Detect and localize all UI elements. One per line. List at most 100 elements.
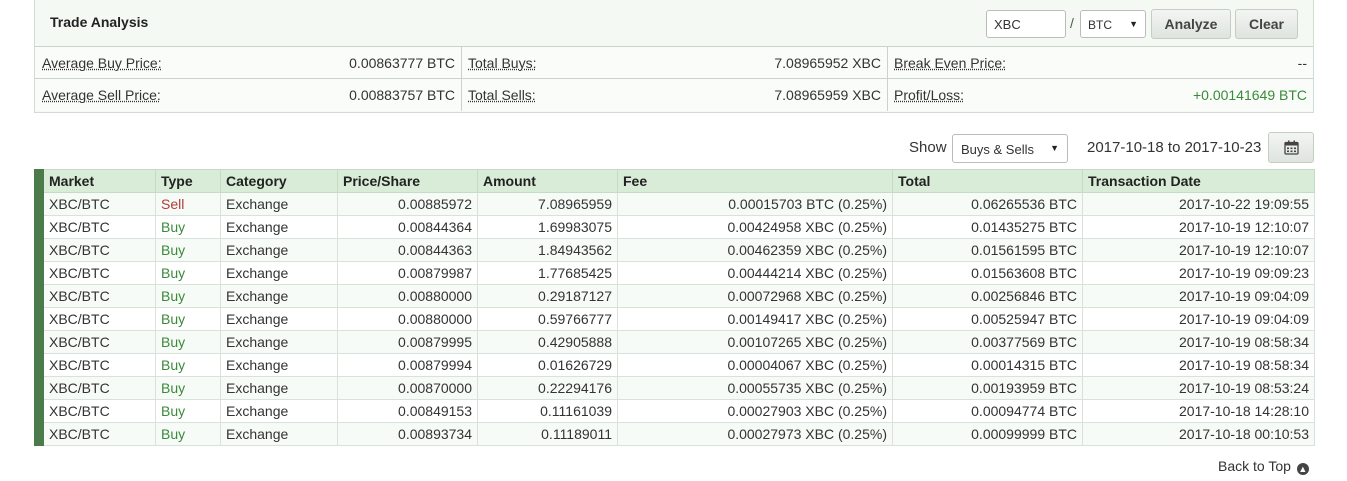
cell-type: Buy xyxy=(155,284,221,308)
column-header[interactable]: Type xyxy=(155,169,221,193)
row-stripe xyxy=(34,261,44,285)
cell-market: XBC/BTC xyxy=(43,422,156,446)
cell-market: XBC/BTC xyxy=(43,330,156,354)
cell-price-share: 0.00879995 xyxy=(337,330,478,354)
row-stripe xyxy=(34,399,44,423)
cell-total: 0.01435275 BTC xyxy=(892,215,1083,239)
cell-price-share: 0.00880000 xyxy=(337,284,478,308)
row-stripe xyxy=(34,215,44,239)
profit-loss-value: +0.00141649 BTC xyxy=(1192,87,1307,103)
cell-total: 0.00256846 BTC xyxy=(892,284,1083,308)
cell-total: 0.00099999 BTC xyxy=(892,422,1083,446)
cell-fee: 0.00072968 XBC (0.25%) xyxy=(617,284,893,308)
cell-market: XBC/BTC xyxy=(43,215,156,239)
transactions-table: Market Type Category Price/Share Amount … xyxy=(34,169,1315,446)
column-header[interactable]: Category xyxy=(220,169,338,193)
show-filter-select[interactable]: Buys & Sells ▼ xyxy=(952,134,1068,163)
table-body: XBC/BTC Sell Exchange 0.00885972 7.08965959 0… xyxy=(34,192,1315,446)
cell-transaction-date: 2017-10-19 09:09:23 xyxy=(1082,261,1315,285)
pair-input[interactable] xyxy=(986,10,1066,38)
date-range-text: 2017-10-18 to 2017-10-23 xyxy=(1087,139,1262,156)
column-header[interactable]: Price/Share xyxy=(337,169,478,193)
table-row: XBC/BTC Buy Exchange 0.00880000 0.29187127 0.… xyxy=(34,284,1315,308)
cell-fee: 0.00424958 XBC (0.25%) xyxy=(617,215,893,239)
calendar-button[interactable] xyxy=(1268,132,1314,163)
caret-down-icon: ▼ xyxy=(1050,143,1059,153)
back-to-top-link[interactable]: Back to Top ▲ xyxy=(1218,458,1309,475)
cell-type: Buy xyxy=(155,353,221,377)
cell-price-share: 0.00844364 xyxy=(337,215,478,239)
cell-type: Buy xyxy=(155,376,221,400)
table-row: XBC/BTC Buy Exchange 0.00844364 1.69983075 0.… xyxy=(34,215,1315,239)
break-even-label: Break Even Price: xyxy=(894,55,1007,71)
avg-sell-value: 0.00883757 BTC xyxy=(349,87,455,103)
cell-price-share: 0.00879994 xyxy=(337,353,478,377)
column-header[interactable]: Fee xyxy=(617,169,893,193)
arrow-up-circle-icon: ▲ xyxy=(1296,463,1309,475)
total-buys-label: Total Buys: xyxy=(468,55,537,71)
cell-type: Buy xyxy=(155,330,221,354)
analyze-button[interactable]: Analyze xyxy=(1151,9,1231,39)
total-sells-value: 7.08965959 XBC xyxy=(774,87,881,103)
cell-type: Buy xyxy=(155,307,221,331)
cell-price-share: 0.00849153 xyxy=(337,399,478,423)
cell-market: XBC/BTC xyxy=(43,353,156,377)
base-currency-select[interactable]: BTC ▼ xyxy=(1080,10,1146,38)
table-row: XBC/BTC Buy Exchange 0.00879987 1.77685425 0.… xyxy=(34,261,1315,285)
cell-market: XBC/BTC xyxy=(43,192,156,216)
cell-transaction-date: 2017-10-18 14:28:10 xyxy=(1082,399,1315,423)
cell-category: Exchange xyxy=(220,353,338,377)
row-stripe xyxy=(34,169,44,193)
base-currency-value: BTC xyxy=(1088,18,1112,32)
row-stripe xyxy=(34,284,44,308)
row-stripe xyxy=(34,192,44,216)
row-stripe xyxy=(34,376,44,400)
column-header[interactable]: Market xyxy=(43,169,156,193)
row-stripe xyxy=(34,307,44,331)
table-header-row: Market Type Category Price/Share Amount … xyxy=(34,169,1315,193)
cell-amount: 0.11189011 xyxy=(477,422,618,446)
cell-transaction-date: 2017-10-22 19:09:55 xyxy=(1082,192,1315,216)
cell-transaction-date: 2017-10-19 12:10:07 xyxy=(1082,238,1315,262)
cell-price-share: 0.00870000 xyxy=(337,376,478,400)
cell-amount: 1.69983075 xyxy=(477,215,618,239)
cell-category: Exchange xyxy=(220,399,338,423)
cell-transaction-date: 2017-10-19 12:10:07 xyxy=(1082,215,1315,239)
row-stripe xyxy=(34,422,44,446)
cell-fee: 0.00055735 XBC (0.25%) xyxy=(617,376,893,400)
row-stripe xyxy=(34,238,44,262)
column-header[interactable]: Amount xyxy=(477,169,618,193)
cell-type: Buy xyxy=(155,422,221,446)
cell-total: 0.00014315 BTC xyxy=(892,353,1083,377)
cell-total: 0.06265536 BTC xyxy=(892,192,1083,216)
cell-market: XBC/BTC xyxy=(43,399,156,423)
panel-title: Trade Analysis xyxy=(50,14,149,30)
column-header[interactable]: Transaction Date xyxy=(1082,169,1315,193)
cell-price-share: 0.00844363 xyxy=(337,238,478,262)
show-filter-value: Buys & Sells xyxy=(961,142,1034,157)
cell-total: 0.01563608 BTC xyxy=(892,261,1083,285)
show-filter-label: Show xyxy=(909,139,947,156)
divider xyxy=(887,79,888,111)
cell-fee: 0.00444214 XBC (0.25%) xyxy=(617,261,893,285)
table-row: XBC/BTC Buy Exchange 0.00879995 0.42905888 0.… xyxy=(34,330,1315,354)
cell-transaction-date: 2017-10-19 08:53:24 xyxy=(1082,376,1315,400)
table-row: XBC/BTC Buy Exchange 0.00880000 0.59766777 0.… xyxy=(34,307,1315,331)
trade-analysis-panel: Trade Analysis / BTC ▼ Analyze Clear Ave… xyxy=(34,0,1314,113)
clear-button[interactable]: Clear xyxy=(1235,9,1298,39)
row-stripe xyxy=(34,330,44,354)
cell-category: Exchange xyxy=(220,215,338,239)
cell-amount: 0.11161039 xyxy=(477,399,618,423)
cell-type: Buy xyxy=(155,261,221,285)
cell-type: Buy xyxy=(155,399,221,423)
cell-fee: 0.00015703 BTC (0.25%) xyxy=(617,192,893,216)
stats-row-sells: Average Sell Price: 0.00883757 BTC Total… xyxy=(35,78,1313,111)
column-header[interactable]: Total xyxy=(892,169,1083,193)
cell-category: Exchange xyxy=(220,261,338,285)
cell-fee: 0.00462359 XBC (0.25%) xyxy=(617,238,893,262)
back-to-top-label: Back to Top xyxy=(1218,458,1291,474)
cell-amount: 7.08965959 xyxy=(477,192,618,216)
cell-total: 0.00094774 BTC xyxy=(892,399,1083,423)
cell-type: Buy xyxy=(155,238,221,262)
cell-fee: 0.00107265 XBC (0.25%) xyxy=(617,330,893,354)
